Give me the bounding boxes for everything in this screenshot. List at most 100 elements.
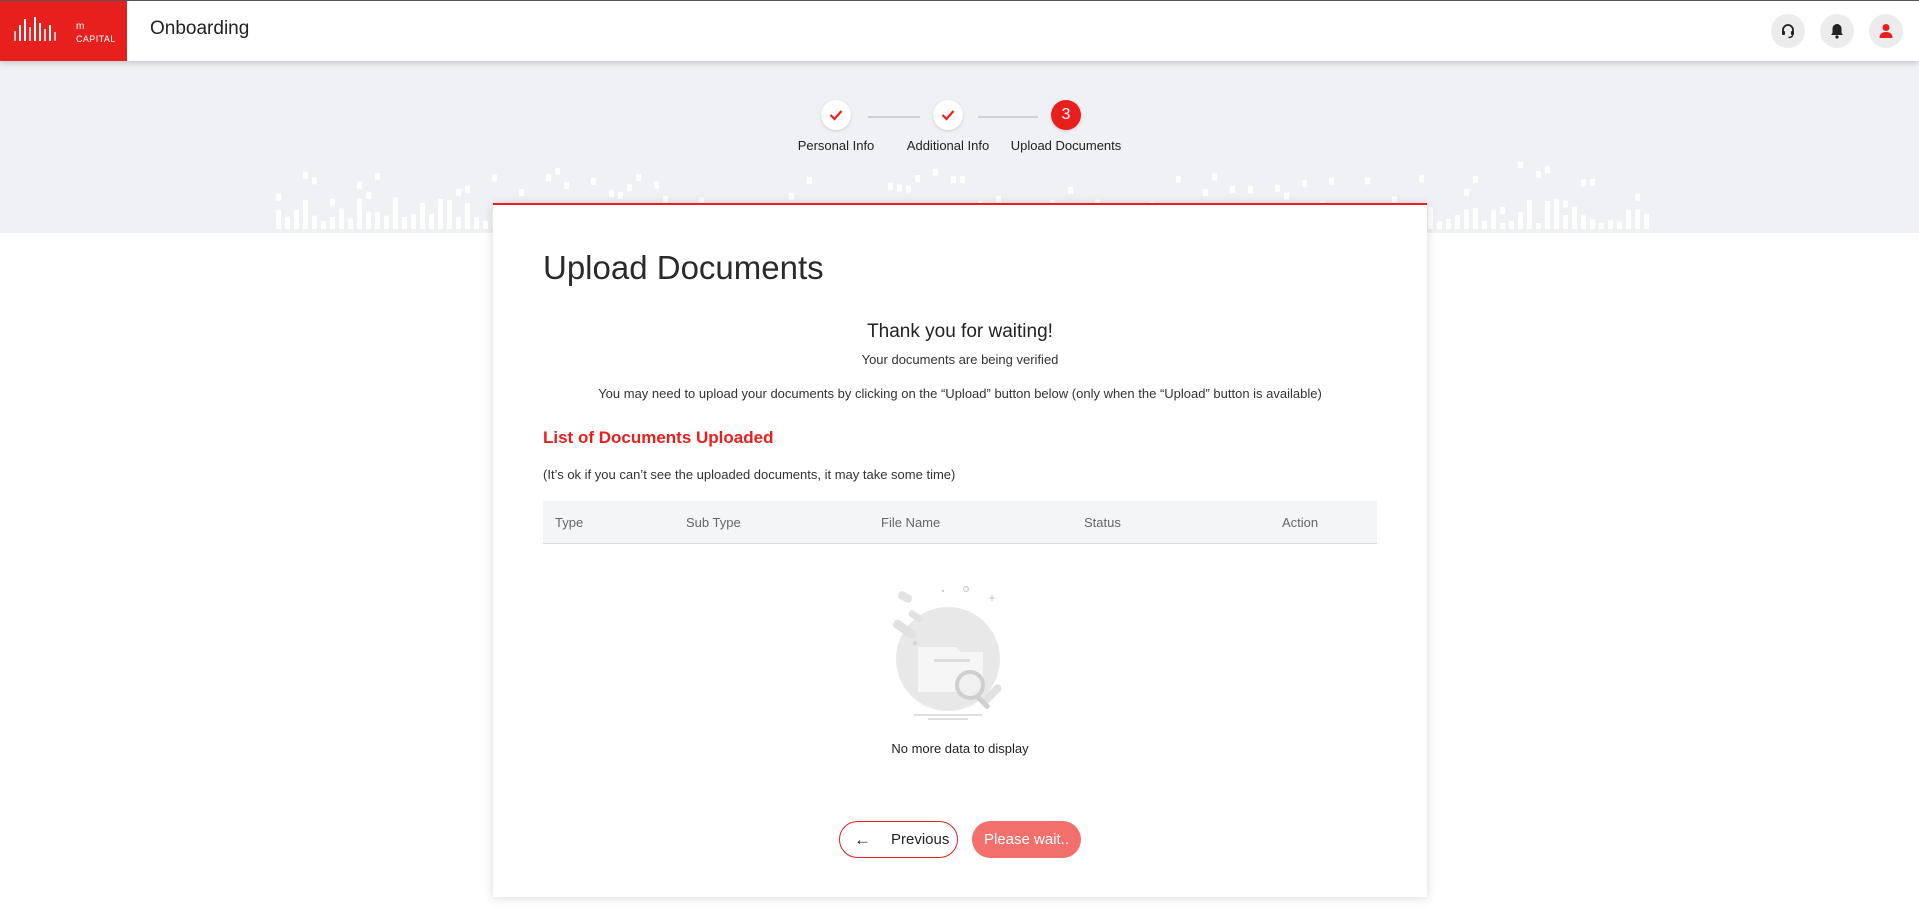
notifications-button[interactable] [1820, 14, 1854, 48]
step-active-circle: 3 [1051, 100, 1081, 130]
decorative-bar [996, 195, 1001, 203]
step-label: Upload Documents [1010, 138, 1122, 153]
decorative-bar [1554, 199, 1559, 229]
check-icon [829, 110, 843, 121]
decorative-bar [627, 184, 632, 192]
support-button[interactable] [1771, 14, 1805, 48]
upload-documents-card: Upload Documents Thank you for waiting! … [493, 203, 1427, 897]
decorative-bar [1212, 173, 1217, 181]
logo-text-capital: CAPITAL [76, 34, 116, 44]
decorative-bar [1563, 214, 1568, 229]
decorative-bar [375, 212, 380, 229]
decorative-bar [474, 217, 479, 229]
profile-button[interactable] [1869, 14, 1903, 48]
decorative-bar [1563, 200, 1568, 208]
decorative-bar [1491, 210, 1496, 229]
decorative-bar [618, 191, 623, 199]
step-additional-info[interactable]: Additional Info [900, 100, 996, 153]
decorative-bar [384, 215, 389, 229]
please-wait-button[interactable]: Please wait.. [972, 821, 1081, 858]
check-icon [941, 110, 955, 121]
decorative-bar [465, 185, 470, 193]
decorative-bar [492, 174, 497, 182]
decorative-bar [294, 209, 299, 229]
decorative-bar [564, 182, 569, 190]
decorative-bar [1248, 186, 1253, 194]
decorative-bar [1500, 206, 1505, 214]
decorative-bar [519, 188, 524, 196]
top-bar: m CAPITAL Onboarding [0, 0, 1919, 61]
decorative-bar [1500, 222, 1505, 229]
decorative-bar [1275, 184, 1280, 192]
page-title: Onboarding [150, 18, 250, 39]
decorative-bar [1455, 214, 1460, 229]
decorative-bar [1581, 179, 1586, 187]
onboarding-stepper: Personal Info Additional Info 3 Upload D… [790, 100, 1130, 170]
decorative-bar [411, 214, 416, 229]
decorative-bar [366, 211, 371, 229]
column-header-status[interactable]: Status [1084, 515, 1121, 530]
decorative-bar [1617, 221, 1622, 229]
decorative-bar [312, 177, 317, 185]
decorative-bar [1419, 175, 1424, 183]
decorative-bar [1203, 189, 1208, 197]
decorative-bar [276, 193, 281, 201]
decorative-bar [375, 173, 380, 181]
decorative-bar [1284, 192, 1289, 200]
decorative-bar [1545, 166, 1550, 174]
decorative-bar [654, 181, 659, 189]
decorative-bar [1527, 200, 1532, 229]
support-icon [1782, 24, 1794, 39]
decorative-bar [897, 184, 902, 192]
brand-logo[interactable]: m CAPITAL [0, 1, 127, 61]
decorative-bar [1518, 211, 1523, 229]
decorative-bar [915, 174, 920, 182]
decorative-bar [1626, 210, 1631, 229]
decorative-bar [1590, 178, 1595, 186]
decorative-bar [1473, 207, 1478, 229]
decorative-bar [330, 198, 335, 206]
documents-list-title: List of Documents Uploaded [543, 428, 774, 447]
decorative-bar [285, 216, 290, 229]
decorative-bar [1635, 209, 1640, 229]
decorative-bar [456, 188, 461, 196]
card-title: Upload Documents [543, 249, 824, 286]
decorative-bar [960, 176, 965, 184]
empty-folder-search-icon [893, 585, 1002, 720]
decorative-bar [546, 174, 551, 182]
decorative-bar [1464, 188, 1469, 196]
arrow-left-icon: ← [854, 829, 871, 849]
decorative-bar [1536, 222, 1541, 229]
step-personal-info[interactable]: Personal Info [790, 100, 882, 153]
decorative-bar [429, 213, 434, 229]
decorative-bar [312, 215, 317, 229]
decorative-bar [636, 174, 641, 182]
documents-delay-note: (It’s ok if you can’t see the uploaded d… [543, 467, 956, 482]
step-upload-documents[interactable]: 3 Upload Documents [1010, 100, 1122, 153]
column-header-file-name[interactable]: File Name [881, 515, 940, 530]
decorative-bar [348, 218, 353, 229]
decorative-bar [357, 198, 362, 229]
decorative-bar [1482, 220, 1487, 229]
decorative-bar [789, 192, 794, 200]
step-label: Personal Info [797, 138, 875, 153]
user-icon [1879, 24, 1893, 38]
empty-state-text: No more data to display [891, 741, 1029, 756]
column-header-sub-type[interactable]: Sub Type [686, 515, 741, 530]
column-header-type[interactable]: Type [555, 515, 583, 530]
decorative-bar [1365, 177, 1370, 185]
decorative-bar [438, 198, 443, 229]
decorative-bar [465, 203, 470, 229]
previous-button[interactable]: ← Previous [839, 821, 958, 858]
decorative-bar [1644, 213, 1649, 229]
previous-button-label: Previous [891, 831, 950, 848]
decorative-bar [1446, 218, 1451, 229]
decorative-bar [1464, 209, 1469, 229]
decorative-bar [1545, 200, 1550, 229]
decorative-bar [1473, 176, 1478, 184]
column-header-action[interactable]: Action [1282, 515, 1318, 530]
decorative-bar [906, 185, 911, 193]
upload-instruction-text: You may need to upload your documents by… [598, 386, 1322, 401]
decorative-bar [1635, 193, 1640, 201]
bell-icon [1831, 24, 1843, 39]
